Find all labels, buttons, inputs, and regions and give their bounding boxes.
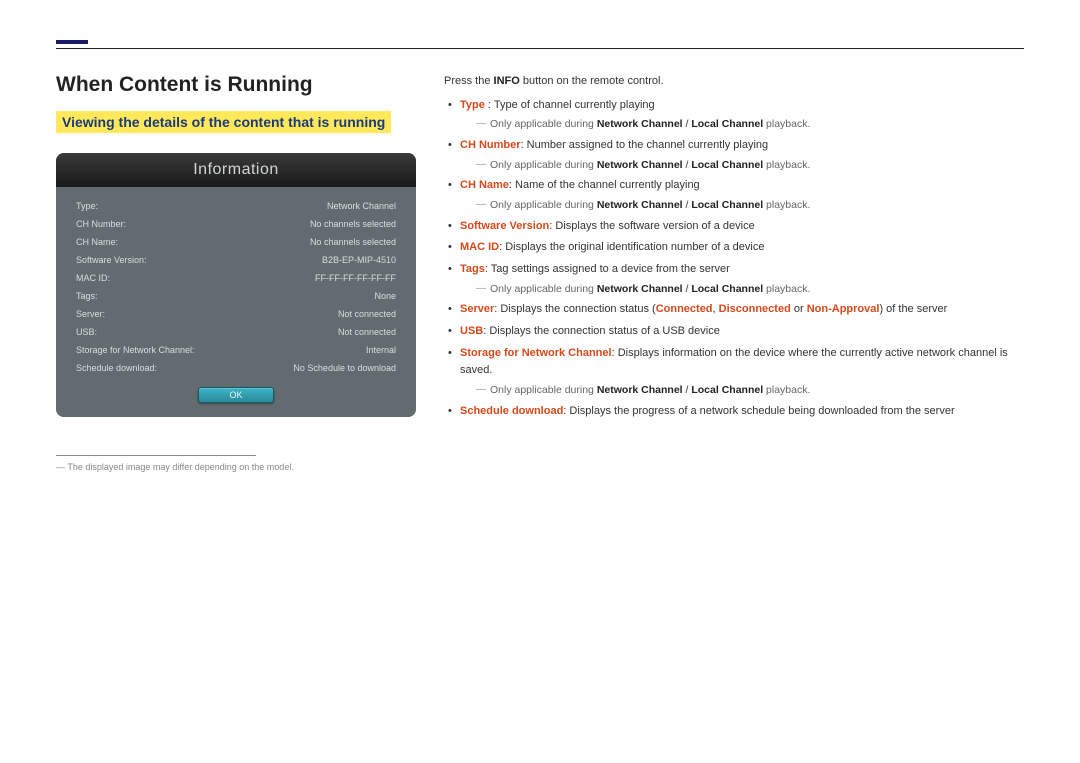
row-value: None [248, 287, 396, 305]
page-title: When Content is Running [56, 73, 416, 97]
table-row: CH Number:No channels selected [76, 215, 396, 233]
table-row: Schedule download:No Schedule to downloa… [76, 359, 396, 377]
accent-bar [56, 40, 88, 44]
applicable-note: Only applicable during Network Channel /… [460, 281, 1024, 298]
desc-item-sw: Software Version: Displays the software … [444, 218, 1024, 236]
row-value: B2B-EP-MIP-4510 [248, 251, 396, 269]
row-value: Internal [248, 341, 396, 359]
row-value: No channels selected [248, 215, 396, 233]
information-panel: Information Type:Network Channel CH Numb… [56, 153, 416, 417]
row-label: Server: [76, 305, 248, 323]
table-row: CH Name:No channels selected [76, 233, 396, 251]
desc-item-storage: Storage for Network Channel: Displays in… [444, 345, 1024, 399]
row-label: Tags: [76, 287, 248, 305]
row-value: No channels selected [248, 233, 396, 251]
applicable-note: Only applicable during Network Channel /… [460, 197, 1024, 214]
footnote: ― The displayed image may differ dependi… [56, 462, 416, 472]
intro-line: Press the INFO button on the remote cont… [444, 73, 1024, 91]
row-label: MAC ID: [76, 269, 248, 287]
footnote-divider [56, 455, 256, 456]
row-value: Not connected [248, 305, 396, 323]
row-value: FF-FF-FF-FF-FF-FF [248, 269, 396, 287]
row-label: Software Version: [76, 251, 248, 269]
table-row: Software Version:B2B-EP-MIP-4510 [76, 251, 396, 269]
row-label: CH Number: [76, 215, 248, 233]
top-divider [56, 48, 1024, 49]
desc-item-server: Server: Displays the connection status (… [444, 301, 1024, 319]
intro-prefix: Press the [444, 75, 494, 87]
row-value: No Schedule to download [248, 359, 396, 377]
desc-item-chname: CH Name: Name of the channel currently p… [444, 177, 1024, 213]
table-row: USB:Not connected [76, 323, 396, 341]
ok-button[interactable]: OK [198, 387, 273, 403]
table-row: Tags:None [76, 287, 396, 305]
intro-suffix: button on the remote control. [520, 75, 664, 87]
row-label: Schedule download: [76, 359, 248, 377]
footnote-text: The displayed image may differ depending… [67, 462, 293, 472]
table-row: Storage for Network Channel:Internal [76, 341, 396, 359]
applicable-note: Only applicable during Network Channel /… [460, 157, 1024, 174]
desc-item-usb: USB: Displays the connection status of a… [444, 323, 1024, 341]
panel-title: Information [56, 153, 416, 187]
row-label: Type: [76, 197, 248, 215]
row-value: Network Channel [248, 197, 396, 215]
applicable-note: Only applicable during Network Channel /… [460, 116, 1024, 133]
row-label: CH Name: [76, 233, 248, 251]
row-value: Not connected [248, 323, 396, 341]
applicable-note: Only applicable during Network Channel /… [460, 382, 1024, 399]
desc-item-chnum: CH Number: Number assigned to the channe… [444, 137, 1024, 173]
info-table: Type:Network Channel CH Number:No channe… [76, 197, 396, 377]
description-column: Press the INFO button on the remote cont… [444, 73, 1024, 472]
page-subtitle: Viewing the details of the content that … [56, 111, 391, 133]
intro-bold: INFO [494, 75, 520, 87]
table-row: Server:Not connected [76, 305, 396, 323]
dash-icon: ― [56, 462, 65, 472]
row-label: Storage for Network Channel: [76, 341, 248, 359]
table-row: MAC ID:FF-FF-FF-FF-FF-FF [76, 269, 396, 287]
desc-item-schedule: Schedule download: Displays the progress… [444, 403, 1024, 421]
desc-item-type: Type : Type of channel currently playing… [444, 97, 1024, 133]
desc-item-tags: Tags: Tag settings assigned to a device … [444, 261, 1024, 297]
desc-item-mac: MAC ID: Displays the original identifica… [444, 239, 1024, 257]
row-label: USB: [76, 323, 248, 341]
table-row: Type:Network Channel [76, 197, 396, 215]
